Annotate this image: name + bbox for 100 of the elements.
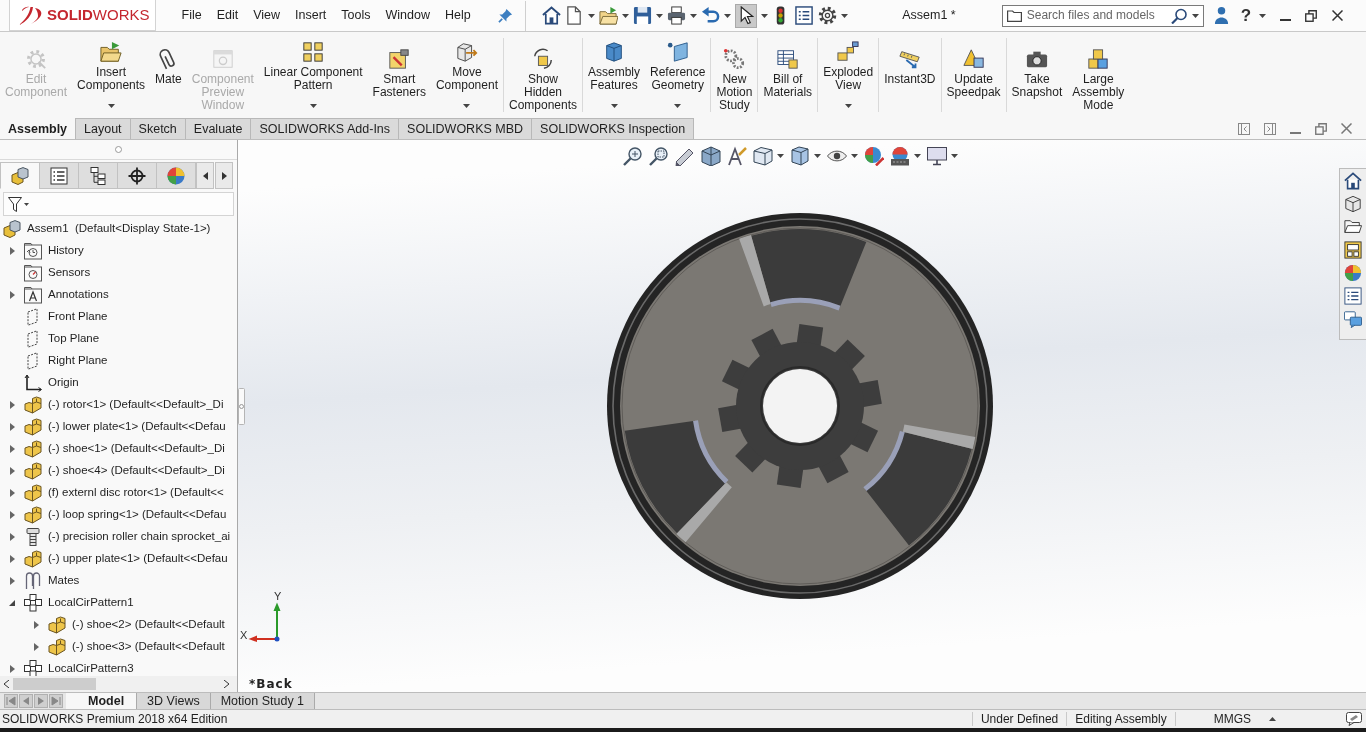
scroll-left-icon[interactable] <box>202 171 208 180</box>
tab[interactable]: Sketch <box>129 118 186 139</box>
search-box[interactable]: Search files and models <box>1001 4 1204 27</box>
tree-item[interactable]: (-) precision roller chain sprocket_ai <box>48 530 231 544</box>
chat-bubbles-icon[interactable] <box>1344 310 1362 328</box>
expander-icon[interactable] <box>9 423 15 431</box>
user-icon[interactable] <box>1213 6 1229 25</box>
scene-ball-icon[interactable] <box>890 146 910 166</box>
tree-item[interactable]: (-) shoe<3> (Default<<Default <box>72 640 225 654</box>
restore-icon[interactable] <box>1305 9 1318 22</box>
settings-icon[interactable] <box>818 6 838 25</box>
ribbon-button[interactable]: Assembly Features <box>583 34 646 116</box>
expander-icon[interactable] <box>33 621 39 629</box>
tree-item[interactable]: (-) loop spring<1> (Default<<Defau <box>48 508 227 522</box>
ribbon-button[interactable]: Instant3D <box>879 34 941 116</box>
ribbon-button[interactable]: New Motion Study <box>711 34 758 116</box>
comment-icon[interactable] <box>1346 712 1362 726</box>
property-list-icon[interactable] <box>1344 287 1362 305</box>
printer-icon[interactable] <box>667 6 687 25</box>
scroll-left-icon[interactable] <box>4 680 9 688</box>
panel-tab[interactable] <box>39 162 79 189</box>
list-icon[interactable] <box>795 6 815 25</box>
tab[interactable]: Evaluate <box>184 118 252 139</box>
tree-item[interactable]: (-) shoe<4> (Default<<Default>_Di <box>48 464 225 478</box>
panel-grip-icon[interactable] <box>238 388 245 425</box>
expander-icon[interactable] <box>9 489 15 497</box>
menu-item[interactable]: File <box>174 8 210 23</box>
tab[interactable]: SOLIDWORKS MBD <box>398 118 533 139</box>
menu-item[interactable]: Insert <box>287 8 334 23</box>
tab[interactable]: Motion Study 1 <box>210 693 316 709</box>
expander-icon[interactable] <box>9 467 15 475</box>
menu-item[interactable]: Edit <box>209 8 246 23</box>
tree-item[interactable]: Top Plane <box>48 332 100 346</box>
select-button[interactable] <box>735 3 758 28</box>
tree-item[interactable]: Mates <box>48 574 80 588</box>
view-palette-icon[interactable] <box>1344 241 1362 259</box>
search-field[interactable]: Search files and models <box>1026 8 1166 23</box>
ribbon-button[interactable]: Show Hidden Components <box>503 34 582 116</box>
tab[interactable]: Model <box>66 693 138 709</box>
tree-item[interactable]: Sensors <box>48 266 91 280</box>
search-icon[interactable] <box>1170 7 1187 24</box>
tree-item[interactable]: (-) shoe<2> (Default<<Default <box>72 618 225 632</box>
zoom-to-fit-icon[interactable] <box>623 146 643 166</box>
ribbon-button[interactable]: Bill of Materials <box>758 34 818 116</box>
cube-icon[interactable] <box>1344 195 1362 213</box>
tree-item[interactable]: (f) externl disc rotor<1> (Default<< <box>48 486 224 500</box>
tree-item[interactable]: History <box>48 244 84 258</box>
zoom-area-icon[interactable] <box>649 146 669 166</box>
open-folder-icon[interactable] <box>1344 218 1362 236</box>
tree-item[interactable]: Origin <box>48 376 79 390</box>
caret-icon[interactable] <box>951 154 958 158</box>
panel-tab[interactable] <box>117 162 157 189</box>
ribbon-button[interactable]: Large Assembly Mode <box>1067 34 1130 116</box>
caret-icon[interactable] <box>724 13 732 18</box>
units-selector[interactable]: MMGS <box>1213 711 1251 727</box>
expander-icon[interactable] <box>9 577 15 585</box>
tree-item[interactable]: Assem1 (Default<Display State-1>) <box>27 222 211 236</box>
caret-icon[interactable] <box>1191 13 1199 18</box>
undo-icon[interactable] <box>701 6 721 25</box>
view-cube-icon[interactable] <box>753 146 773 166</box>
caret-icon[interactable] <box>777 154 784 158</box>
caret-icon[interactable] <box>914 154 921 158</box>
tab[interactable]: Layout <box>75 118 131 139</box>
home-icon[interactable] <box>1344 172 1362 190</box>
splitter-handle-icon[interactable] <box>115 146 122 153</box>
tree-item[interactable]: Right Plane <box>48 354 108 368</box>
ribbon-button[interactable]: Smart Fasteners <box>367 34 431 116</box>
color-ball-icon[interactable] <box>1344 264 1362 282</box>
tree-item[interactable]: (-) shoe<1> (Default<<Default>_Di <box>48 442 225 456</box>
scroll-right-icon[interactable] <box>221 171 227 180</box>
menu-item[interactable]: Window <box>378 8 438 23</box>
expander-icon[interactable] <box>9 445 15 453</box>
expander-icon[interactable] <box>9 533 15 541</box>
close-icon[interactable] <box>1332 10 1344 21</box>
expander-icon[interactable] <box>9 600 15 606</box>
expander-icon[interactable] <box>33 643 39 651</box>
ribbon-button[interactable]: Reference Geometry <box>645 34 711 116</box>
tile-right-icon[interactable] <box>1264 122 1276 135</box>
display-cube-icon[interactable] <box>790 146 810 166</box>
caret-icon[interactable] <box>761 13 769 18</box>
tree-item[interactable]: LocalCirPattern1 <box>48 596 134 610</box>
caret-icon[interactable] <box>851 154 858 158</box>
tree-item[interactable]: (-) lower plate<1> (Default<<Defau <box>48 420 226 434</box>
ribbon-button[interactable]: Insert Components <box>72 34 151 116</box>
help-button[interactable]: ? <box>1240 7 1252 24</box>
expander-icon[interactable] <box>9 247 15 255</box>
caret-icon[interactable] <box>622 13 630 18</box>
caret-icon[interactable] <box>588 13 596 18</box>
tab[interactable]: SOLIDWORKS Inspection <box>531 118 695 139</box>
caret-icon[interactable] <box>814 154 821 158</box>
panel-tab[interactable] <box>78 162 118 189</box>
scroll-right-icon[interactable] <box>224 680 229 688</box>
expander-icon[interactable] <box>9 401 15 409</box>
tree-item[interactable]: (-) rotor<1> (Default<<Default>_Di <box>48 398 224 412</box>
ribbon-button[interactable]: Exploded View <box>818 34 879 116</box>
caret-icon[interactable] <box>1259 13 1267 18</box>
caret-icon[interactable] <box>690 13 698 18</box>
pin-icon[interactable] <box>498 8 514 23</box>
monitor-icon[interactable] <box>927 146 947 166</box>
expander-icon[interactable] <box>9 291 15 299</box>
